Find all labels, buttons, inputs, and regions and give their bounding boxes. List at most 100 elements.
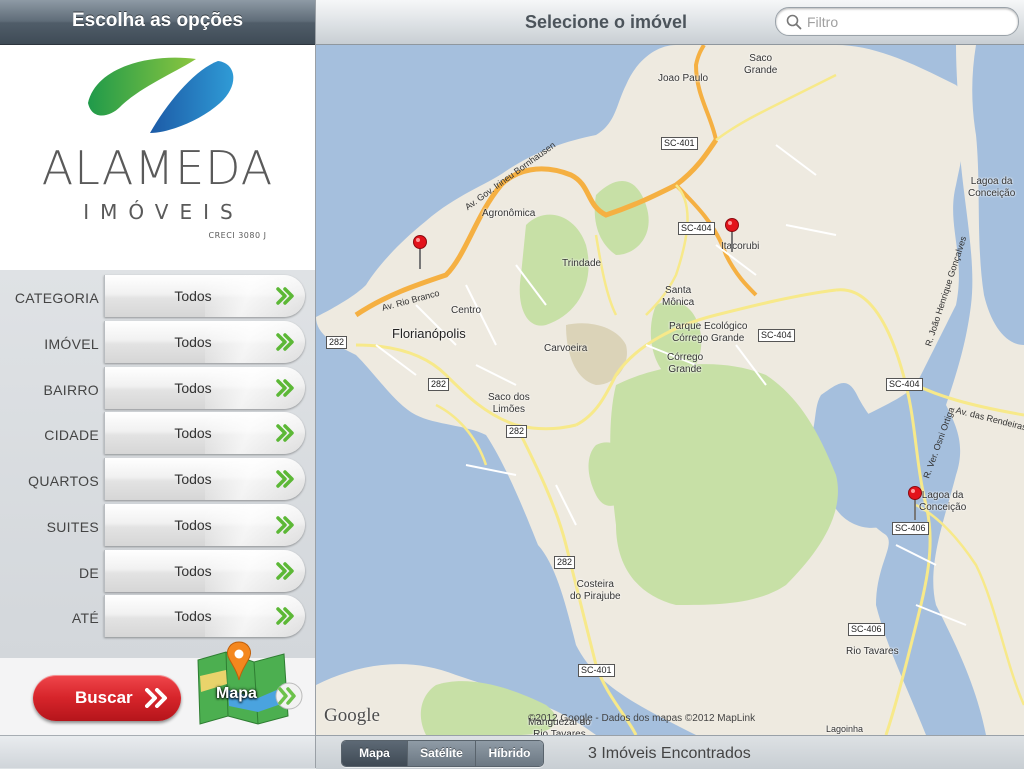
filter-select[interactable]: Todos (104, 412, 305, 454)
filter-value: Todos (174, 425, 212, 441)
filter-value: Todos (174, 471, 212, 487)
road-shield: SC-404 (758, 329, 795, 342)
map-label-rio-tavares: Rio Tavares (846, 646, 899, 657)
map-label-lagoinha: Lagoinha (826, 724, 864, 734)
road-shield: SC-401 (661, 137, 698, 150)
road-shield: SC-406 (892, 522, 929, 535)
left-panel: Escolha as opções ALAMEDA IMÓVEIS CRECI … (0, 0, 316, 768)
double-chevron-right-icon (145, 688, 167, 708)
filter-select[interactable]: Todos (104, 550, 305, 592)
map-view[interactable]: Saco Grande Joao Paulo Agronômica Itacor… (316, 45, 1024, 735)
double-chevron-right-icon (276, 562, 294, 580)
road-shield: SC-404 (678, 222, 715, 235)
filter-select[interactable]: Todos (104, 321, 305, 363)
filter-select[interactable]: Todos (104, 367, 305, 409)
map-label-carvoeira: Carvoeira (544, 343, 588, 354)
double-chevron-right-icon (276, 333, 294, 351)
filter-row-5: SUITES Todos (0, 502, 315, 548)
map-pin-icon (725, 218, 739, 252)
road-shield: 282 (554, 556, 576, 569)
road-shield: SC-406 (848, 623, 885, 636)
filter-row-3: CIDADE Todos (0, 410, 315, 456)
filter-label: CATEGORIA (14, 290, 99, 306)
brand-logo: ALAMEDA IMÓVEIS CRECI 3080 J (0, 45, 315, 270)
map-attribution: ©2012 Google - Dados dos mapas ©2012 Map… (528, 713, 756, 724)
logo-swoosh-icon (88, 57, 234, 133)
filter-select[interactable]: Todos (104, 458, 305, 500)
filter-label: QUARTOS (28, 473, 99, 489)
results-count: 3 Imóveis Encontrados (588, 745, 751, 762)
folded-map-icon (197, 641, 303, 725)
filter-value: Todos (174, 517, 212, 533)
logo-creci: CRECI 3080 J (208, 231, 267, 240)
filter-label: IMÓVEL (44, 336, 99, 352)
search-icon (786, 14, 802, 30)
double-chevron-right-icon (276, 287, 294, 305)
double-chevron-right-icon (276, 470, 294, 488)
filter-row-1: IMÓVEL Todos (0, 319, 315, 365)
filter-row-4: QUARTOS Todos (0, 456, 315, 502)
map-label-agronomica: Agronômica (482, 208, 536, 219)
search-input[interactable]: Filtro (775, 7, 1019, 36)
buscar-label: Buscar (75, 688, 133, 707)
map-pin-icon (908, 486, 922, 520)
double-chevron-right-icon (276, 607, 294, 625)
filter-value: Todos (174, 563, 212, 579)
road-shield: 282 (326, 336, 348, 349)
double-chevron-right-icon (276, 424, 294, 442)
map-type-0[interactable]: Mapa (342, 741, 408, 766)
filter-list: CATEGORIA Todos IMÓVEL Todos BAIRRO Todos CIDA… (0, 270, 315, 658)
search-placeholder: Filtro (807, 14, 839, 30)
filter-label: CIDADE (44, 427, 99, 443)
filter-value: Todos (174, 380, 212, 396)
map-label-santa-monica: Santa Mônica (662, 285, 695, 308)
mapa-label: Mapa (216, 685, 257, 702)
filter-select[interactable]: Todos (104, 275, 305, 317)
filter-row-7: ATÉ Todos (0, 593, 315, 639)
map-label-lagoa-conceicao: Lagoa da Conceição (919, 490, 967, 513)
double-chevron-right-icon (276, 516, 294, 534)
filter-value: Todos (174, 334, 212, 350)
filter-value: Todos (174, 608, 212, 624)
property-pin-3[interactable] (907, 486, 923, 522)
filter-select[interactable]: Todos (104, 595, 305, 637)
map-type-1[interactable]: Satélite (408, 741, 476, 766)
logo-title: ALAMEDA (41, 141, 274, 195)
property-pin-2[interactable] (724, 218, 740, 254)
map-label-costeira: Costeira do Pirajube (570, 579, 621, 602)
map-label-centro: Centro (451, 305, 482, 316)
map-label-saco-grande: Saco Grande (744, 53, 778, 76)
buscar-button[interactable]: Buscar (33, 675, 181, 721)
filter-label: DE (78, 565, 99, 581)
logo-subtitle: IMÓVEIS (83, 200, 244, 224)
map-label-joao-paulo: Joao Paulo (658, 73, 709, 84)
map-label-parque: Parque Ecológico Córrego Grande (669, 321, 748, 344)
map-type-segmented-control: Mapa Satélite Híbrido (341, 740, 544, 767)
road-shield: SC-404 (886, 378, 923, 391)
road-shield: 282 (428, 378, 450, 391)
map-pin-icon (413, 235, 427, 269)
left-bottom-bar (0, 735, 315, 768)
map-label-corrego-grande: Córrego Grande (667, 352, 704, 375)
road-shield: SC-401 (578, 664, 615, 677)
page-title: Selecione o imóvel (524, 12, 688, 32)
filter-label: BAIRRO (43, 382, 99, 398)
map-toolbar: Mapa Satélite Híbrido 3 Imóveis Encontrado… (316, 735, 1024, 769)
map-type-2[interactable]: Híbrido (476, 741, 543, 766)
left-header-title: Escolha as opções (0, 0, 315, 45)
map-label-saco-limoes: Saco dos Limões (488, 392, 530, 415)
map-label-lagoa-conceicao-north: Lagoa da Conceição (968, 176, 1016, 199)
filter-select[interactable]: Todos (104, 504, 305, 546)
filter-label: SUITES (46, 519, 99, 535)
double-chevron-right-icon (276, 379, 294, 397)
property-pin-1[interactable] (412, 235, 428, 271)
road-shield: 282 (506, 425, 528, 438)
mapa-button[interactable]: Mapa (192, 640, 304, 726)
filter-row-6: DE Todos (0, 548, 315, 594)
right-header: Selecione o imóvel Filtro (316, 0, 1024, 45)
filter-row-0: CATEGORIA Todos (0, 273, 315, 319)
map-label-florianopolis: Florianópolis (392, 326, 466, 341)
map-label-trindade: Trindade (562, 258, 602, 269)
filter-value: Todos (174, 288, 212, 304)
filter-row-2: BAIRRO Todos (0, 365, 315, 411)
